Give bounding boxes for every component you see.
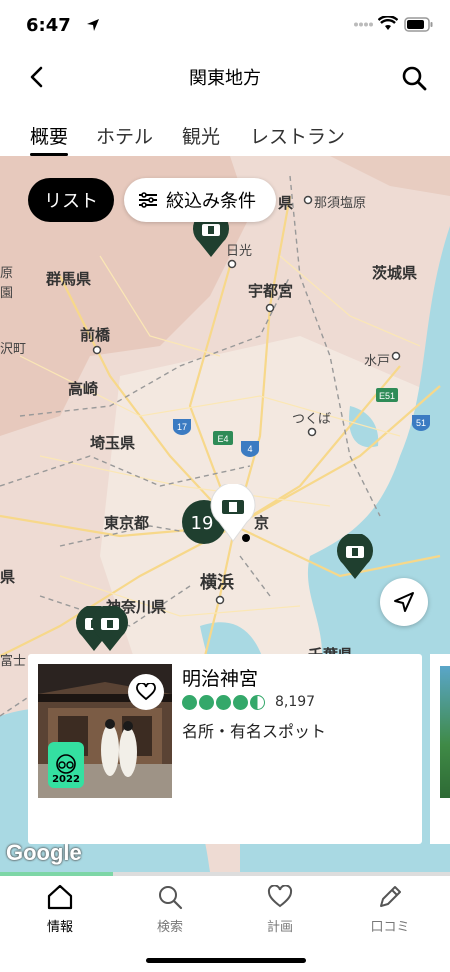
road-sign-icon: 17 bbox=[173, 419, 191, 435]
map-label: 県 bbox=[0, 568, 16, 586]
next-place-photo bbox=[440, 666, 450, 798]
review-count: 8,197 bbox=[275, 694, 316, 710]
page-title: 関東地方 bbox=[189, 68, 261, 89]
map-label: つくば bbox=[292, 412, 332, 427]
tab-restaurants[interactable]: レストラン bbox=[250, 122, 345, 149]
list-button[interactable]: リスト bbox=[28, 178, 114, 222]
road-sign-icon: E51 bbox=[376, 388, 398, 402]
battery-icon bbox=[404, 17, 433, 32]
search-icon[interactable] bbox=[400, 64, 428, 92]
attraction-pin-icon[interactable] bbox=[90, 606, 130, 652]
location-arrow-icon bbox=[87, 19, 99, 31]
status-bar: 6:47 bbox=[0, 0, 450, 50]
svg-text:E51: E51 bbox=[379, 391, 395, 401]
travelers-choice-badge: 2022 bbox=[48, 742, 84, 788]
home-indicator bbox=[146, 958, 306, 963]
attraction-pin-icon[interactable] bbox=[335, 534, 375, 580]
map-label: 東京都 bbox=[104, 514, 150, 532]
tab-sightseeing[interactable]: 観光 bbox=[182, 122, 220, 149]
map-label: 埼玉県 bbox=[90, 434, 136, 452]
nav-label: 計画 bbox=[266, 920, 293, 935]
map-label: 県 bbox=[278, 194, 294, 212]
map-label: 高崎 bbox=[68, 380, 99, 398]
save-button[interactable] bbox=[128, 674, 164, 710]
place-name[interactable]: 明治神宮 bbox=[182, 664, 258, 691]
map-label: 原 bbox=[0, 266, 14, 281]
home-icon bbox=[47, 884, 73, 910]
status-time: 6:47 bbox=[26, 15, 71, 36]
tab-bar: 概要 ホテル 観光 レストラン bbox=[0, 118, 450, 156]
badge-year: 2022 bbox=[52, 774, 80, 785]
map-label: 那須塩原 bbox=[314, 196, 367, 211]
map-label: 沢町 bbox=[0, 342, 27, 357]
svg-text:E4: E4 bbox=[217, 434, 228, 444]
rating-bubble-icon bbox=[182, 694, 197, 710]
filter-label: 絞込み条件 bbox=[166, 191, 256, 212]
header: 関東地方 bbox=[0, 52, 450, 104]
bottom-nav: 情報 検索 計画 口コミ bbox=[0, 876, 450, 972]
navigation-arrow-icon bbox=[394, 592, 414, 612]
road-sign-icon: 51 bbox=[412, 415, 430, 431]
place-category: 名所・有名スポット bbox=[182, 722, 327, 741]
filter-button[interactable]: 絞込み条件 bbox=[124, 178, 276, 222]
map-label: 茨城県 bbox=[372, 264, 418, 282]
map-label: 前橋 bbox=[80, 326, 111, 344]
selected-pin-icon[interactable] bbox=[209, 484, 257, 542]
next-place-card[interactable] bbox=[430, 654, 450, 844]
road-sign-icon: 4 bbox=[241, 441, 259, 457]
svg-text:17: 17 bbox=[177, 422, 187, 432]
nav-label: 口コミ bbox=[370, 920, 410, 935]
svg-text:51: 51 bbox=[416, 418, 426, 428]
owl-icon bbox=[56, 754, 76, 774]
rating: 8,197 bbox=[182, 694, 315, 710]
heart-icon bbox=[267, 885, 293, 908]
map-label: 横浜 bbox=[200, 573, 234, 593]
rating-bubble-icon bbox=[216, 694, 231, 710]
filter-sliders-icon bbox=[139, 192, 157, 208]
nav-label: 検索 bbox=[156, 920, 183, 935]
pencil-icon bbox=[380, 886, 401, 907]
map-label: 群馬県 bbox=[46, 270, 92, 288]
map-label: 富士 bbox=[0, 654, 27, 669]
nav-info[interactable]: 情報 bbox=[4, 882, 116, 935]
nav-search[interactable]: 検索 bbox=[114, 882, 226, 935]
signal-icon bbox=[354, 22, 373, 27]
road-sign-icon: E4 bbox=[213, 431, 233, 445]
my-location-button[interactable] bbox=[380, 578, 428, 626]
rating-bubble-icon bbox=[199, 694, 214, 710]
svg-text:4: 4 bbox=[247, 444, 252, 454]
heart-icon bbox=[136, 683, 156, 701]
rating-bubble-icon bbox=[250, 694, 265, 710]
search-icon bbox=[159, 886, 183, 910]
map-label: 宇都宮 bbox=[248, 282, 294, 300]
nav-reviews[interactable]: 口コミ bbox=[334, 882, 446, 935]
rating-bubble-icon bbox=[233, 694, 248, 710]
wifi-icon bbox=[378, 16, 398, 30]
map-label: 園 bbox=[0, 286, 14, 301]
map-label: 水戸 bbox=[364, 354, 391, 369]
place-card[interactable]: 2022 明治神宮 8,197 名所・有名スポット bbox=[28, 654, 422, 844]
tab-overview[interactable]: 概要 bbox=[30, 122, 68, 149]
nav-label: 情報 bbox=[46, 920, 73, 935]
tab-hotels[interactable]: ホテル bbox=[96, 122, 153, 149]
nav-plan[interactable]: 計画 bbox=[224, 882, 336, 935]
